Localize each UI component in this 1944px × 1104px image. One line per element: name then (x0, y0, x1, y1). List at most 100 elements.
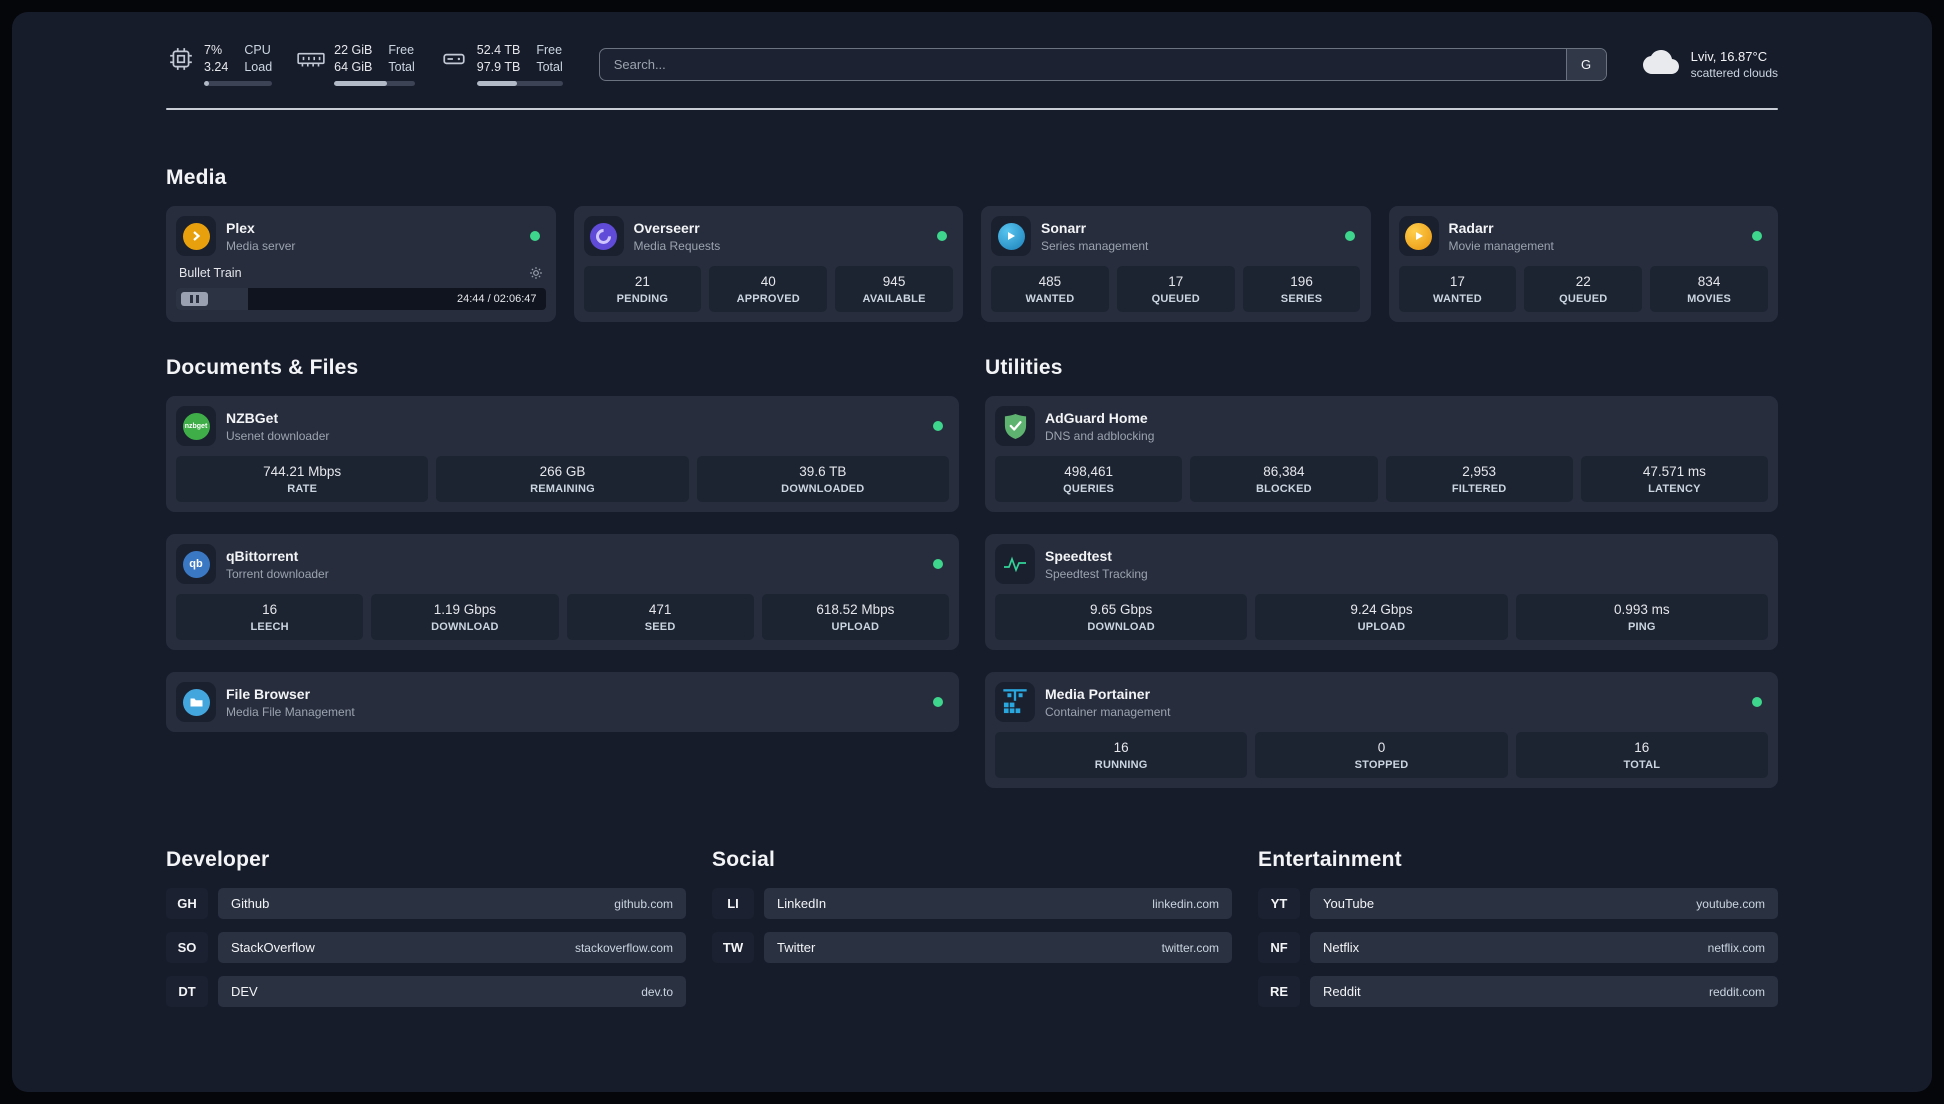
stat-label: APPROVED (736, 293, 800, 305)
now-playing-title: Bullet Train (179, 266, 242, 280)
bookmark-reddit[interactable]: RE Reddit reddit.com (1258, 976, 1778, 1007)
bookmark-abbr: NF (1258, 932, 1300, 963)
stat-box: 22 QUEUED (1524, 266, 1643, 312)
playback-bar[interactable]: 24:44 / 02:06:47 (176, 288, 546, 310)
service-description: Series management (1041, 239, 1149, 253)
pause-icon (196, 295, 199, 303)
service-name: Overseerr (633, 220, 700, 236)
service-card-nzbget[interactable]: nzbget NZBGet Usenet downloader 744.21 M… (166, 396, 959, 512)
service-description: Usenet downloader (226, 429, 330, 443)
bookmark-link[interactable]: YouTube youtube.com (1310, 888, 1778, 919)
bookmark-linkedin[interactable]: LI LinkedIn linkedin.com (712, 888, 1232, 919)
cloud-icon (1641, 47, 1681, 82)
disk-total-value: 97.9 TB (476, 60, 521, 74)
stat-label: RATE (287, 483, 318, 495)
bookmark-link[interactable]: Github github.com (218, 888, 686, 919)
memory-progress-bar (334, 81, 415, 86)
bookmark-url: github.com (614, 896, 673, 911)
service-description: Media Requests (633, 239, 721, 253)
service-card-adguard[interactable]: AdGuard Home DNS and adblocking 498,461 … (985, 396, 1778, 512)
bookmark-twitter[interactable]: TW Twitter twitter.com (712, 932, 1232, 963)
stat-box: 498,461 QUERIES (995, 456, 1183, 502)
service-card-filebrowser[interactable]: File Browser Media File Management (166, 672, 959, 732)
service-description: Container management (1045, 705, 1171, 719)
service-card-speedtest[interactable]: Speedtest Speedtest Tracking 9.65 Gbps D… (985, 534, 1778, 650)
bookmark-dev[interactable]: DT DEV dev.to (166, 976, 686, 1007)
service-name: AdGuard Home (1045, 410, 1148, 426)
topbar-divider (166, 108, 1778, 110)
bookmark-link[interactable]: Reddit reddit.com (1310, 976, 1778, 1007)
bookmark-name: Twitter (777, 940, 816, 955)
status-dot (1752, 231, 1762, 241)
bookmark-youtube[interactable]: YT YouTube youtube.com (1258, 888, 1778, 919)
bookmark-link[interactable]: StackOverflow stackoverflow.com (218, 932, 686, 963)
bookmark-abbr: TW (712, 932, 754, 963)
section-title-utilities: Utilities (985, 356, 1063, 379)
cpu-load-label: Load (244, 60, 273, 74)
stat-box: 47.571 ms LATENCY (1580, 456, 1768, 502)
gear-icon[interactable] (529, 266, 543, 280)
stat-box: 0 STOPPED (1255, 732, 1508, 778)
search-input[interactable] (599, 48, 1566, 80)
stat-value: 945 (882, 274, 906, 289)
stat-label: UPLOAD (1357, 621, 1406, 633)
stat-box: 17 QUEUED (1116, 266, 1235, 312)
stat-label: PENDING (616, 293, 669, 305)
disk-total-label: Total (536, 60, 563, 74)
stat-label: MOVIES (1687, 293, 1732, 305)
stat-label: QUEUED (1559, 293, 1608, 305)
service-card-plex[interactable]: Plex Media server Bullet Train 24:44 / 0… (166, 206, 556, 322)
stat-label: UPLOAD (831, 621, 880, 633)
cpu-load-value: 3.24 (204, 60, 229, 74)
service-card-sonarr[interactable]: Sonarr Series management 485 WANTED 17 Q… (981, 206, 1371, 322)
bookmark-github[interactable]: GH Github github.com (166, 888, 686, 919)
disk-icon (439, 46, 469, 72)
resource-widgets: 7% CPU 3.24 Load 22 GiB Free 64 GiB Tota… (166, 42, 563, 86)
service-name: File Browser (226, 686, 311, 702)
bookmark-link[interactable]: Netflix netflix.com (1310, 932, 1778, 963)
stat-label: LATENCY (1648, 483, 1701, 495)
bookmark-link[interactable]: Twitter twitter.com (764, 932, 1232, 963)
pause-icon (190, 295, 193, 303)
stat-value: 0.993 ms (1614, 602, 1670, 617)
service-card-radarr[interactable]: Radarr Movie management 17 WANTED 22 QUE… (1388, 206, 1778, 322)
cpu-usage-value: 7% (204, 43, 223, 57)
stat-value: 498,461 (1064, 464, 1114, 479)
stat-label: DOWNLOADED (781, 483, 865, 495)
bookmark-url: netflix.com (1707, 940, 1765, 955)
service-name: NZBGet (226, 410, 279, 426)
portainer-icon (995, 682, 1035, 722)
cpu-label: CPU (244, 43, 271, 57)
stat-box: 86,384 BLOCKED (1190, 456, 1378, 502)
bookmark-link[interactable]: LinkedIn linkedin.com (764, 888, 1232, 919)
pause-button[interactable] (181, 292, 208, 306)
weather-widget: Lviv, 16.87°C scattered clouds (1641, 47, 1778, 82)
stat-box: 16 TOTAL (1515, 732, 1768, 778)
stat-label: WANTED (1025, 293, 1075, 305)
stat-box: 266 GB REMAINING (436, 456, 689, 502)
bookmark-netflix[interactable]: NF Netflix netflix.com (1258, 932, 1778, 963)
dashboard: 7% CPU 3.24 Load 22 GiB Free 64 GiB Tota… (12, 12, 1932, 1092)
weather-location: Lviv, 16.87°C (1690, 48, 1768, 64)
section-media: Media Plex Media server Bullet Train 24:… (166, 166, 1778, 322)
service-card-portainer[interactable]: Media Portainer Container management 16 … (985, 672, 1778, 788)
service-description: Media server (226, 239, 296, 253)
stat-value: 196 (1290, 274, 1313, 289)
bookmark-name: DEV (231, 984, 258, 999)
bookmark-link[interactable]: DEV dev.to (218, 976, 686, 1007)
bookmark-stackoverflow[interactable]: SO StackOverflow stackoverflow.com (166, 932, 686, 963)
section-title-entertainment: Entertainment (1258, 848, 1402, 871)
service-card-qbittorrent[interactable]: qb qBittorrent Torrent downloader 16 LEE… (166, 534, 959, 650)
stat-box: 21 PENDING (583, 266, 702, 312)
section-title-media: Media (166, 166, 227, 189)
search-provider-button[interactable]: G (1565, 48, 1606, 80)
service-card-overseerr[interactable]: Overseerr Media Requests 21 PENDING 40 A… (573, 206, 963, 322)
service-name: Media Portainer (1045, 686, 1151, 702)
stat-box: 485 WANTED (991, 266, 1109, 312)
section-title-developer: Developer (166, 848, 270, 871)
plex-icon (176, 216, 216, 256)
bookmark-url: stackoverflow.com (574, 940, 673, 955)
stat-label: PING (1627, 621, 1656, 633)
bookmark-name: Github (231, 896, 270, 911)
bookmark-name: StackOverflow (231, 940, 315, 955)
